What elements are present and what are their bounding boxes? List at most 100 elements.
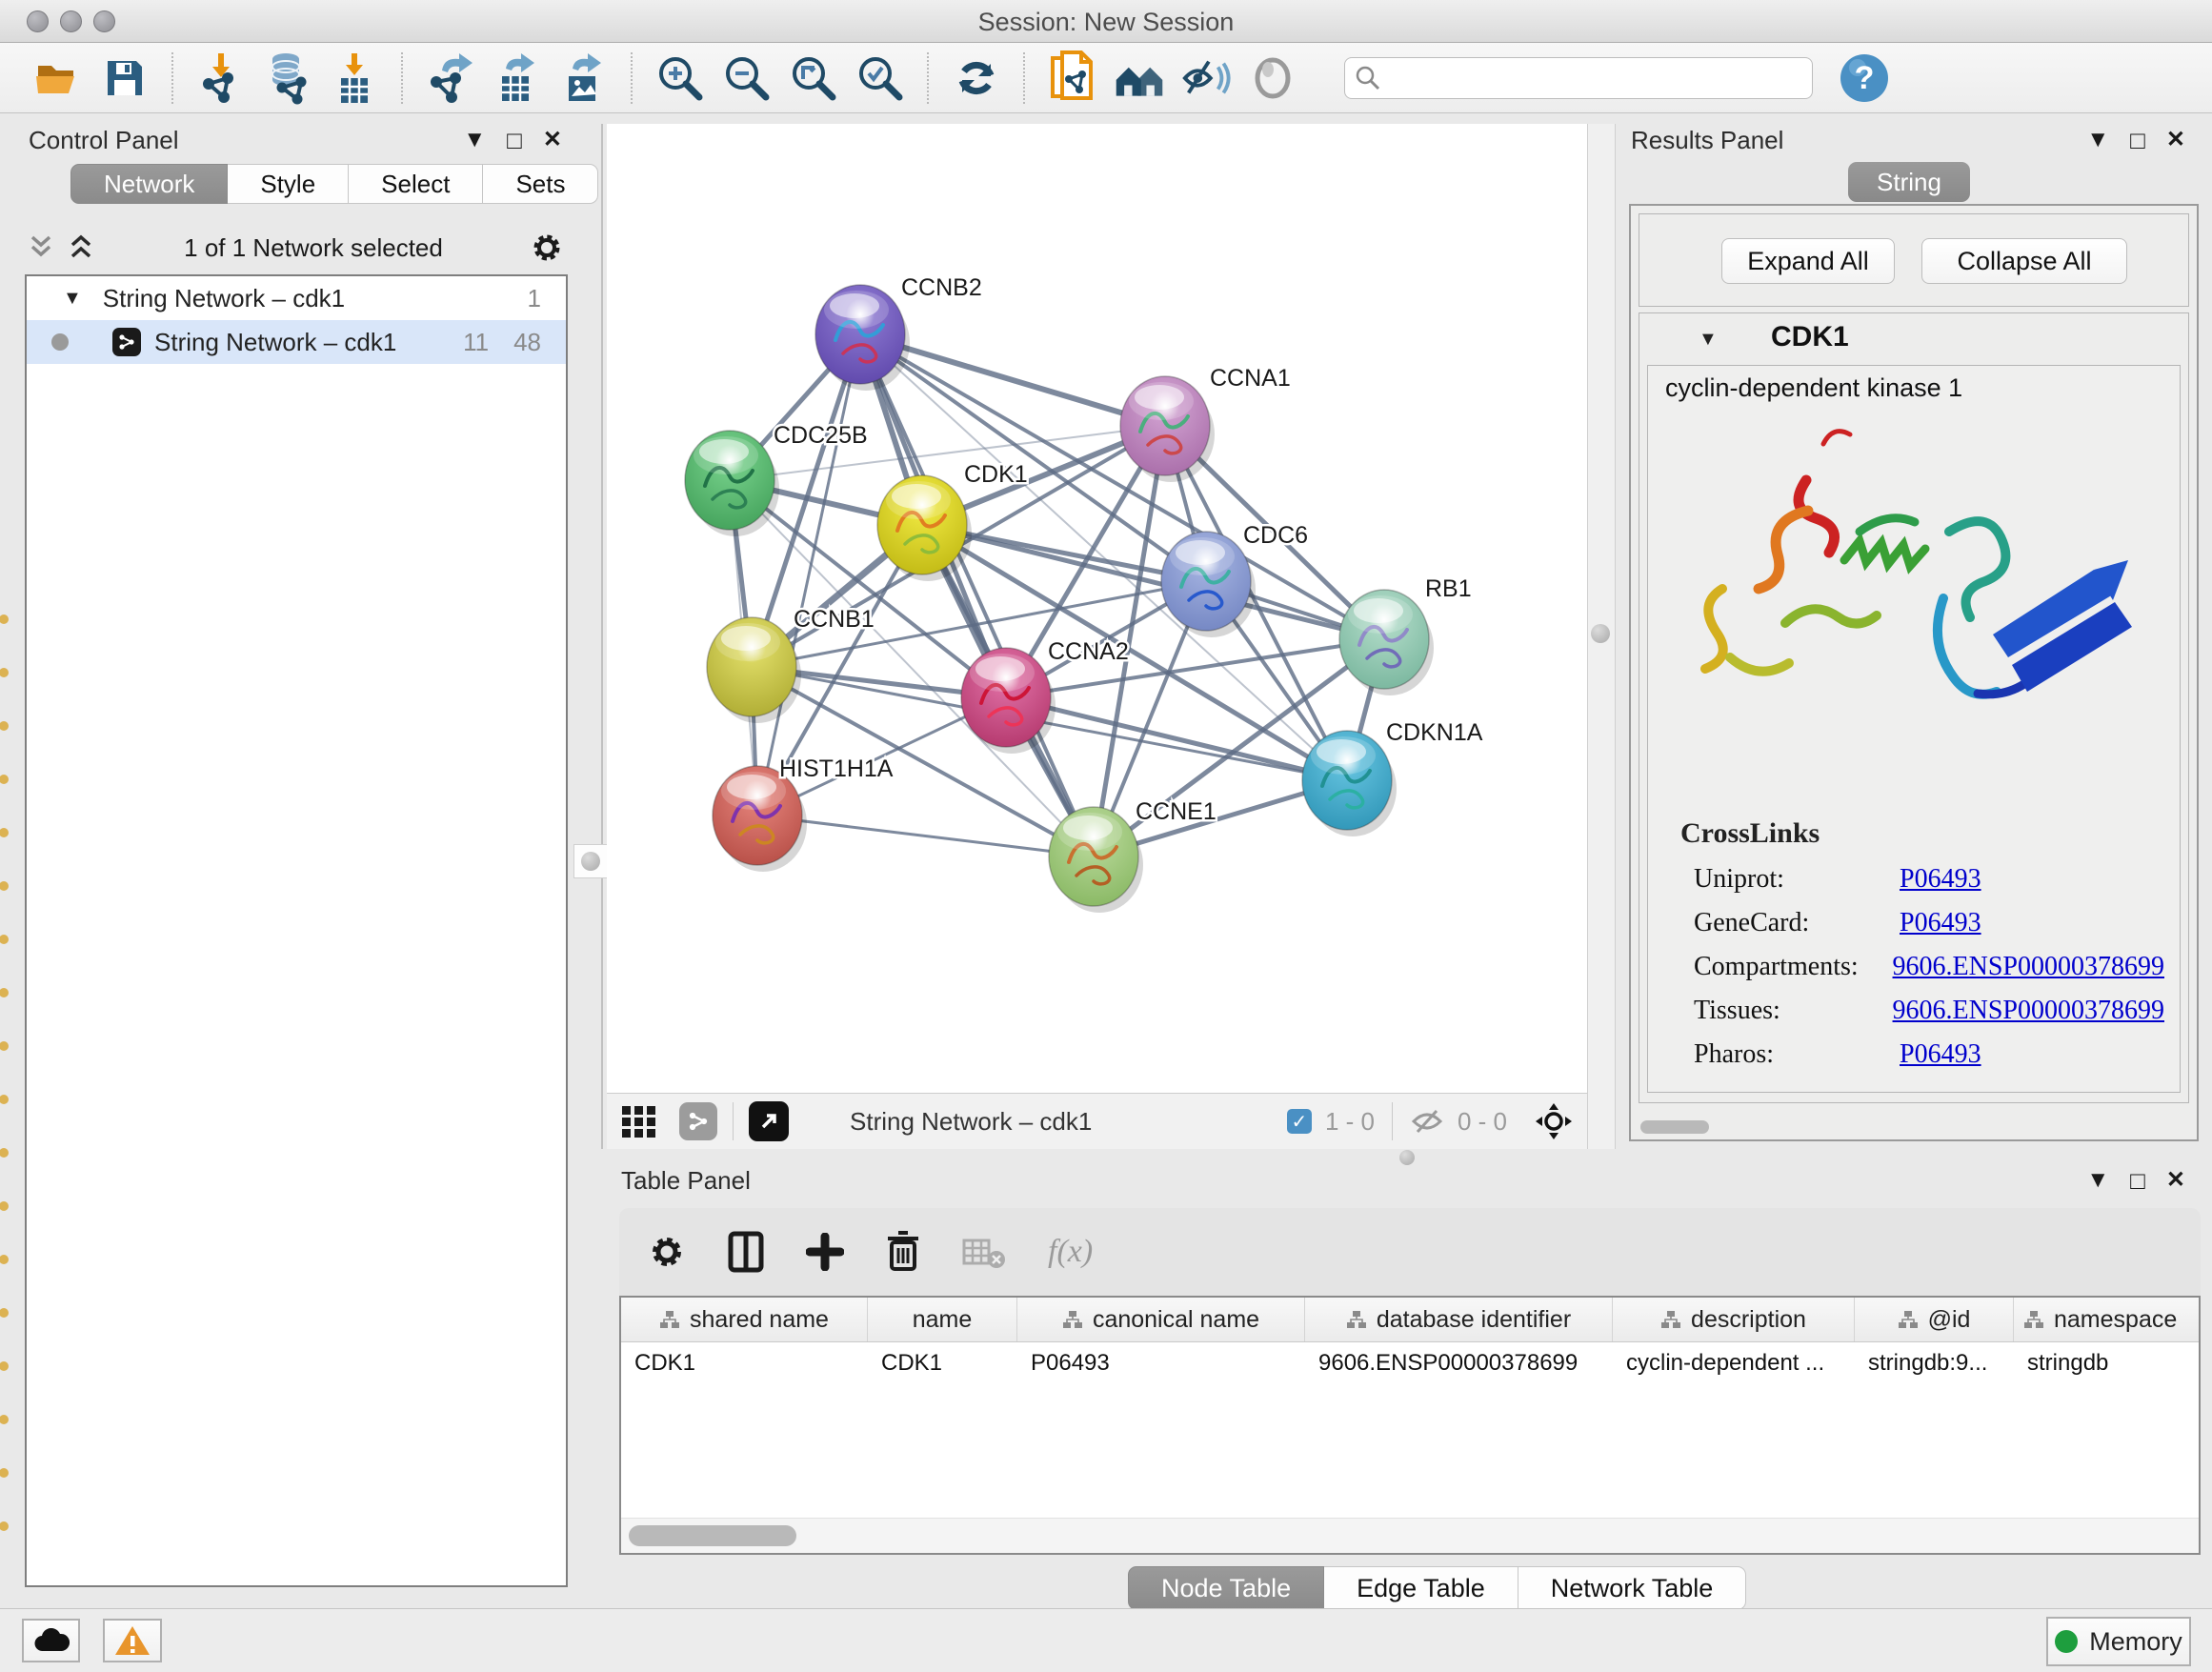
- table-row[interactable]: CDK1 CDK1 P06493 9606.ENSP00000378699 cy…: [621, 1342, 2199, 1384]
- cell-canonical-name[interactable]: P06493: [1017, 1342, 1305, 1384]
- expand-all-button[interactable]: Expand All: [1721, 238, 1895, 284]
- tab-network-table[interactable]: Network Table: [1518, 1566, 1747, 1610]
- network-node[interactable]: [877, 475, 972, 581]
- help-button[interactable]: ?: [1838, 51, 1891, 105]
- tab-network[interactable]: Network: [70, 164, 228, 204]
- collapse-all-icon[interactable]: [25, 233, 57, 262]
- gene-collapse-caret-icon[interactable]: ▼: [1699, 329, 1718, 351]
- network-edge[interactable]: [860, 334, 1094, 856]
- zoom-out-button[interactable]: [720, 51, 774, 105]
- network-node[interactable]: [1161, 532, 1256, 637]
- warnings-button[interactable]: [103, 1619, 162, 1662]
- crosslink-link[interactable]: 9606.ENSP00000378699: [1893, 996, 2164, 1026]
- tab-select[interactable]: Select: [349, 164, 483, 204]
- column-header[interactable]: namespace: [2014, 1298, 2199, 1341]
- crosslink-link[interactable]: P06493: [1900, 908, 1981, 938]
- tab-node-table[interactable]: Node Table: [1128, 1566, 1324, 1610]
- network-collection-row[interactable]: ▼ String Network – cdk1 1: [27, 276, 566, 320]
- left-splitter-handle[interactable]: [573, 844, 608, 878]
- export-table-button[interactable]: [491, 51, 544, 105]
- column-header[interactable]: description: [1613, 1298, 1855, 1341]
- cell-id[interactable]: stringdb:9...: [1855, 1342, 2014, 1384]
- network-edge[interactable]: [757, 816, 1094, 856]
- table-options-gear-icon[interactable]: [648, 1233, 686, 1271]
- collection-expand-caret-icon[interactable]: ▼: [63, 288, 82, 310]
- memory-button[interactable]: Memory: [2046, 1617, 2191, 1666]
- collapse-all-button[interactable]: Collapse All: [1921, 238, 2127, 284]
- expand-all-icon[interactable]: [65, 233, 97, 262]
- cell-shared-name[interactable]: CDK1: [621, 1342, 868, 1384]
- right-splitter-handle[interactable]: [1591, 624, 1610, 643]
- share-document-button[interactable]: [1046, 51, 1099, 105]
- show-graphics-button[interactable]: [1246, 51, 1299, 105]
- network-node[interactable]: [815, 285, 910, 391]
- cell-description[interactable]: cyclin-dependent ...: [1613, 1342, 1855, 1384]
- network-graph[interactable]: CCNB2CCNA1CDC25BCDK1CDC6RB1CCNB1CCNA2CDK…: [607, 124, 1587, 1093]
- tab-string[interactable]: String: [1848, 162, 1970, 202]
- cell-database-identifier[interactable]: 9606.ENSP00000378699: [1305, 1342, 1613, 1384]
- network-node[interactable]: [961, 648, 1056, 754]
- table-panel: Table Panel ▼ □ ✕ f(x): [607, 1164, 2212, 1608]
- refresh-button[interactable]: [950, 51, 1003, 105]
- zoom-fit-button[interactable]: [787, 51, 840, 105]
- hide-labels-button[interactable]: [1179, 51, 1233, 105]
- column-header[interactable]: shared name: [621, 1298, 868, 1341]
- tab-style[interactable]: Style: [228, 164, 349, 204]
- cell-name[interactable]: CDK1: [868, 1342, 1017, 1384]
- selected-checkbox-icon[interactable]: ✓: [1287, 1109, 1312, 1134]
- column-header[interactable]: database identifier: [1305, 1298, 1613, 1341]
- maximize-panel-icon[interactable]: □: [507, 128, 522, 152]
- table-type-tabs: Node Table Edge Table Network Table: [1128, 1566, 1746, 1610]
- float-panel-icon[interactable]: ▼: [2086, 1169, 2109, 1192]
- crosslink-link[interactable]: 9606.ENSP00000378699: [1893, 952, 2164, 982]
- network-node[interactable]: [685, 431, 779, 536]
- horizontal-splitter-handle[interactable]: [1399, 1150, 1415, 1165]
- network-edge[interactable]: [757, 334, 860, 816]
- network-node[interactable]: [1049, 807, 1143, 913]
- network-view-share-icon[interactable]: [679, 1102, 717, 1140]
- network-row[interactable]: String Network – cdk1 11 48: [27, 320, 566, 364]
- zoom-in-button[interactable]: [654, 51, 707, 105]
- tab-sets[interactable]: Sets: [483, 164, 598, 204]
- save-session-button[interactable]: [98, 51, 151, 105]
- import-network-button[interactable]: [194, 51, 248, 105]
- home-button[interactable]: [1113, 51, 1166, 105]
- network-canvas[interactable]: CCNB2CCNA1CDC25BCDK1CDC6RB1CCNB1CCNA2CDK…: [607, 124, 1587, 1093]
- left-splitter[interactable]: [601, 124, 603, 1149]
- export-network-button[interactable]: [424, 51, 477, 105]
- maximize-panel-icon[interactable]: □: [2130, 1168, 2145, 1193]
- import-database-button[interactable]: [261, 51, 314, 105]
- cell-namespace[interactable]: stringdb: [2014, 1342, 2199, 1384]
- network-options-gear-icon[interactable]: [530, 231, 564, 265]
- float-panel-icon[interactable]: ▼: [2086, 129, 2109, 151]
- maximize-panel-icon[interactable]: □: [2130, 128, 2145, 152]
- network-node[interactable]: [1302, 731, 1397, 836]
- show-columns-icon[interactable]: [728, 1231, 764, 1273]
- column-header[interactable]: name: [868, 1298, 1017, 1341]
- add-column-icon[interactable]: [806, 1233, 844, 1271]
- float-panel-icon[interactable]: ▼: [463, 129, 486, 151]
- cloud-button[interactable]: [22, 1619, 80, 1662]
- import-table-button[interactable]: [328, 51, 381, 105]
- close-panel-icon[interactable]: ✕: [2166, 1169, 2185, 1192]
- detach-view-button[interactable]: [749, 1101, 789, 1141]
- birdseye-crosshair-icon[interactable]: [1534, 1101, 1574, 1141]
- grid-view-icon[interactable]: [620, 1103, 658, 1139]
- network-node[interactable]: [1120, 376, 1215, 482]
- delete-column-icon[interactable]: [886, 1231, 920, 1273]
- table-hscrollbar-thumb[interactable]: [629, 1525, 796, 1546]
- tab-edge-table[interactable]: Edge Table: [1324, 1566, 1518, 1610]
- results-hscrollbar-thumb[interactable]: [1640, 1120, 1709, 1134]
- network-node[interactable]: [1339, 590, 1434, 695]
- crosslink-link[interactable]: P06493: [1900, 1039, 1981, 1070]
- table-hscrollbar[interactable]: [621, 1518, 2199, 1553]
- crosslink-link[interactable]: P06493: [1900, 864, 1981, 895]
- column-header[interactable]: @id: [1855, 1298, 2014, 1341]
- close-panel-icon[interactable]: ✕: [2166, 129, 2185, 151]
- export-image-button[interactable]: [557, 51, 611, 105]
- column-header[interactable]: canonical name: [1017, 1298, 1305, 1341]
- close-panel-icon[interactable]: ✕: [543, 129, 562, 151]
- open-session-button[interactable]: [31, 51, 85, 105]
- search-input[interactable]: [1381, 64, 1802, 92]
- zoom-selected-button[interactable]: [854, 51, 907, 105]
